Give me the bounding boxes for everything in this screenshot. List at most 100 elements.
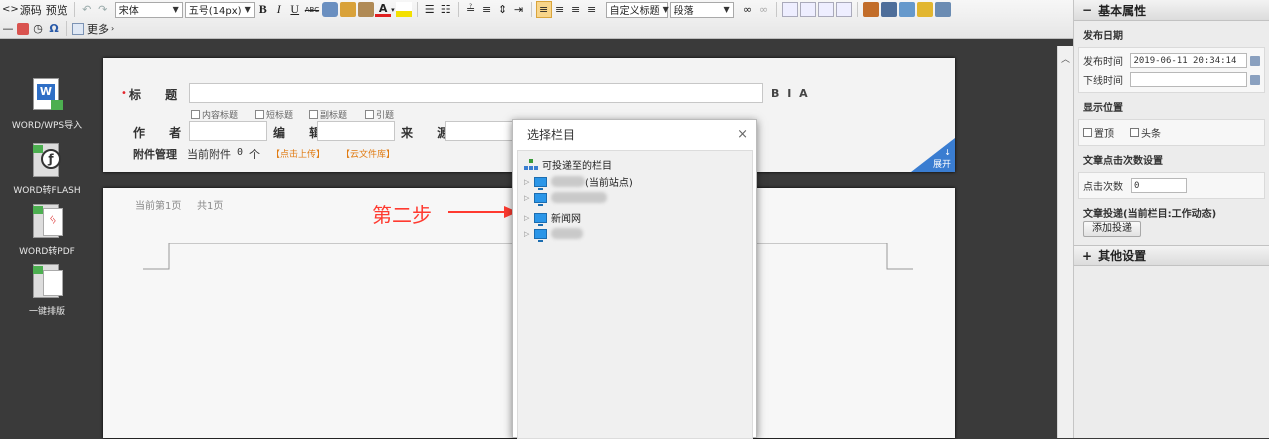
tree-root[interactable]: 可投递至的栏目 [524,157,612,172]
tree-node-news[interactable]: ▷ 新闻网 [524,210,581,226]
expand-label[interactable]: ↓ 展开 [933,148,951,170]
expand-arrow-icon[interactable]: ▷ [524,230,534,238]
toolbar-divider [416,2,418,17]
highlight-color-icon[interactable] [395,2,412,17]
cloud-library-link[interactable]: 【云文件库】 [341,147,395,160]
flash-icon[interactable] [934,2,951,17]
editor-scrollbar[interactable]: ︿ [1057,46,1073,438]
content-title-check[interactable]: 内容标题 [191,108,238,121]
other-settings-header[interactable]: + 其他设置 [1074,245,1269,266]
offline-time-input[interactable] [1130,72,1248,87]
scroll-up-icon[interactable]: ︿ [1058,52,1073,65]
close-icon[interactable]: × [737,127,748,142]
editor-input[interactable] [317,121,395,141]
vertical-align-icon[interactable]: ≟ [463,1,479,18]
italic-button[interactable]: I [271,1,287,18]
music-icon[interactable] [898,2,915,17]
add-delivery-button[interactable]: 添加投递 [1083,221,1141,237]
word-to-pdf-tool[interactable]: ᛃ WORD转PDF [7,202,87,257]
checkbox[interactable] [365,110,374,119]
title-format-tools[interactable]: B I A [771,87,810,100]
font-family-select[interactable]: 宋体 ▼ [114,1,183,18]
expand-arrow-icon[interactable]: ▷ [524,178,534,186]
expand-plus-icon[interactable]: + [1082,249,1092,263]
monitor-icon [534,212,547,226]
font-size-select[interactable]: 五号(14px) ▼ [184,1,255,18]
line-height-icon[interactable]: ⇕ [495,1,511,18]
collapse-icon[interactable]: − [1082,3,1092,17]
indent-icon[interactable]: ⇥ [511,1,527,18]
undo-icon[interactable]: ↶ [79,1,95,18]
time-icon[interactable]: ◷ [30,20,46,37]
align-left-icon[interactable]: ≡ [535,1,552,18]
strikethrough-button[interactable]: ABC [303,1,321,18]
required-mark: • [121,88,127,99]
publish-time-input[interactable]: 2019-06-11 20:34:14 [1130,53,1248,68]
word-to-pdf-icon: ᛃ [29,202,65,242]
align-center-icon[interactable]: ≡ [552,1,568,18]
tree-node-current-site[interactable]: ▷ (当前站点) [524,174,633,190]
font-color-dropdown-icon[interactable]: ▾ [391,6,395,14]
table-merge-icon[interactable] [835,2,852,17]
column-tree: 可投递至的栏目 ▷ (当前站点) ▷ ▷ 新闻网 ▷ [517,150,753,439]
date-icon[interactable] [17,22,29,35]
ordered-list-icon[interactable]: ☰ [422,1,438,18]
align-justify-icon[interactable]: ≡ [584,1,600,18]
basic-properties-header[interactable]: − 基本属性 [1074,0,1269,21]
format-paint-icon[interactable] [322,2,339,17]
one-click-format-tool[interactable]: 一键排版 [7,262,87,317]
video-icon[interactable] [880,2,897,17]
bold-button[interactable]: B [255,1,271,18]
publish-time-label: 发布时间 [1083,57,1123,68]
checkbox[interactable] [309,110,318,119]
image-icon[interactable] [862,2,879,17]
sitemap-icon [524,159,538,170]
toolbar-divider [856,2,858,17]
pin-top-label: 置顶 [1094,129,1114,140]
link-icon[interactable]: ∞ [740,1,756,18]
checkbox[interactable] [191,110,200,119]
table-row-icon[interactable] [799,2,816,17]
paragraph-style-select[interactable]: 段落 ▼ [669,1,734,18]
paste-icon[interactable] [358,2,375,17]
preview-button[interactable]: 预览 [44,1,70,18]
heading-style-select[interactable]: 自定义标题 ▼ [605,1,669,18]
table-col-icon[interactable] [817,2,834,17]
unlink-icon[interactable]: ∞ [756,1,772,18]
calendar-icon[interactable] [1250,55,1260,66]
special-char-icon[interactable]: Ω [46,20,62,37]
click-count-input[interactable]: 0 [1131,178,1187,193]
subtitle-check[interactable]: 副标题 [309,108,347,121]
paragraph-spacing-icon[interactable]: ≡ [479,1,495,18]
tree-node-site-2[interactable]: ▷ [524,192,607,206]
word-import-tool[interactable]: W WORD/WPS导入 [7,76,87,131]
headline-checkbox[interactable] [1130,128,1139,137]
template-icon[interactable] [72,22,84,35]
page-info: 当前第1页 [135,201,182,212]
font-color-button[interactable]: A [375,2,392,17]
clear-format-icon[interactable] [340,2,357,17]
more-button[interactable]: 更多 › [85,20,116,37]
underline-button[interactable]: U [287,1,303,18]
align-right-icon[interactable]: ≡ [568,1,584,18]
expand-arrow-icon[interactable]: ▷ [524,194,534,202]
source-button[interactable]: <> 源码 [0,1,44,18]
word-to-flash-tool[interactable]: ƒ WORD转FLASH [7,141,87,196]
pin-top-checkbox[interactable] [1083,128,1092,137]
upload-link[interactable]: 【点击上传】 [271,147,325,160]
checkbox[interactable] [255,110,264,119]
horizontal-rule-icon[interactable]: — [0,20,16,37]
unordered-list-icon[interactable]: ☷ [438,1,454,18]
annotation-arrow-icon [448,206,518,218]
source-input[interactable] [445,121,515,141]
table-insert-icon[interactable] [781,2,798,17]
redo-icon[interactable]: ↷ [95,1,111,18]
lead-title-check[interactable]: 引题 [365,108,394,121]
calendar-icon[interactable] [1250,74,1260,85]
author-input[interactable] [189,121,267,141]
short-title-check[interactable]: 短标题 [255,108,293,121]
expand-arrow-icon[interactable]: ▷ [524,214,534,222]
attachment-icon[interactable] [916,2,933,17]
tree-node-site-4[interactable]: ▷ [524,228,583,242]
title-input[interactable] [189,83,763,103]
